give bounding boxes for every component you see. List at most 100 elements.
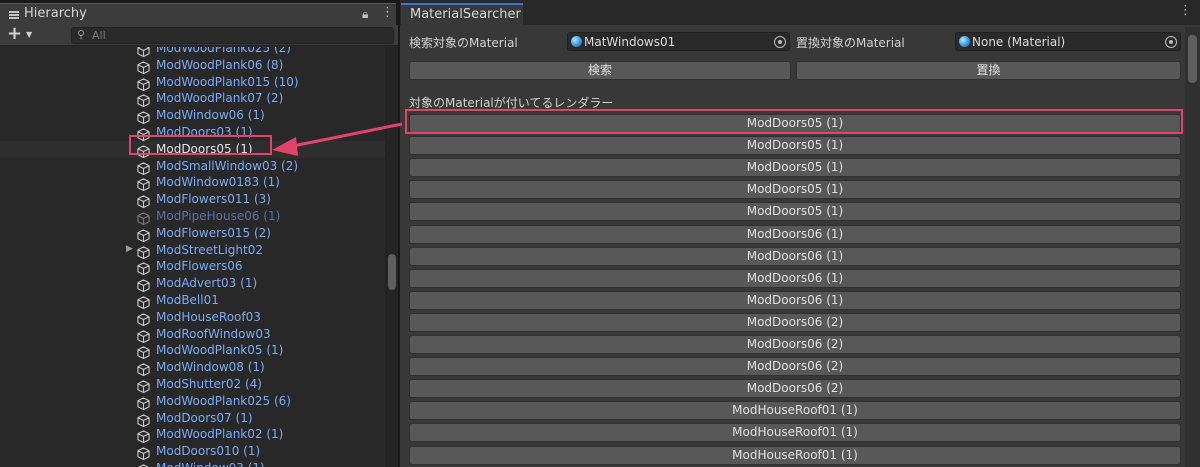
hierarchy-item[interactable]: ModRoofWindow03	[0, 326, 385, 343]
hierarchy-item[interactable]: ModHouseRoof03	[0, 309, 385, 326]
hierarchy-item[interactable]: ModWindow0183 (1)	[0, 174, 385, 192]
create-add-icon[interactable]: +	[7, 23, 22, 44]
search-material-field[interactable]: MatWindows01	[567, 32, 790, 51]
object-picker-icon[interactable]	[774, 36, 786, 48]
hierarchy-item-label: ModDoors010 (1)	[156, 444, 261, 459]
gameobject-cube-icon	[137, 294, 150, 310]
replace-material-label: 置換対象のMaterial	[796, 36, 905, 50]
renderer-button[interactable]: ModHouseRoof01 (1)	[409, 423, 1181, 443]
gameobject-cube-icon	[137, 176, 150, 192]
search-material-label: 検索対象のMaterial	[409, 36, 518, 50]
renderer-button[interactable]: ModDoors06 (1)	[409, 246, 1181, 266]
hierarchy-item[interactable]: ModSmallWindow03 (2)	[0, 158, 385, 175]
chevron-down-icon[interactable]: ▼	[26, 30, 32, 39]
gameobject-cube-icon	[137, 462, 150, 467]
hierarchy-item-label: ModWoodPlank015 (10)	[156, 74, 299, 89]
hierarchy-item[interactable]: ModFlowers011 (3)	[0, 191, 385, 209]
hierarchy-item[interactable]: ModDoors07 (1)	[0, 410, 385, 427]
hierarchy-item-label: ModWoodPlank07 (2)	[156, 91, 284, 106]
hierarchy-item-label: ModWindow0183 (1)	[156, 175, 280, 190]
renderer-button[interactable]: ModDoors06 (1)	[409, 224, 1181, 244]
gameobject-cube-icon	[137, 160, 150, 175]
more-options-icon[interactable]: ⋮	[1179, 3, 1192, 18]
expand-arrow-icon[interactable]: ▶	[126, 244, 133, 254]
hierarchy-item[interactable]: ModWindow03 (1)	[0, 460, 385, 467]
hierarchy-item-label: ModWoodPlank02 (1)	[156, 427, 284, 442]
hierarchy-panel: Hierarchy 🔒︎ ⋮ + ▼ ⚲ ModWoodPlank025 (2)…	[0, 0, 398, 467]
gameobject-cube-icon	[137, 109, 150, 125]
hierarchy-menu-icon	[9, 11, 19, 19]
search-material-value: MatWindows01	[584, 35, 676, 49]
material-searcher-tab[interactable]: MaterialSearcher	[401, 3, 523, 25]
gameobject-cube-icon	[137, 328, 150, 343]
material-icon	[959, 36, 970, 47]
material-searcher-scrollbar[interactable]	[1185, 27, 1200, 467]
gameobject-cube-icon	[137, 260, 150, 276]
hierarchy-search-input[interactable]	[92, 29, 382, 42]
hierarchy-item-label: ModBell01	[156, 292, 219, 307]
renderer-button[interactable]: ModDoors06 (1)	[409, 268, 1181, 288]
more-options-icon[interactable]: ⋮	[381, 5, 394, 20]
gameobject-cube-icon	[137, 92, 150, 108]
gameobject-cube-icon	[137, 311, 150, 326]
gameobject-cube-icon	[137, 428, 150, 444]
hierarchy-item[interactable]: ModWoodPlank07 (2)	[0, 90, 385, 108]
hierarchy-search-field[interactable]: ⚲	[71, 27, 394, 44]
renderer-button[interactable]: ModDoors06 (2)	[409, 312, 1181, 332]
replace-button[interactable]: 置換	[796, 61, 1181, 80]
hierarchy-item-label: ModWoodPlank025 (6)	[156, 393, 291, 408]
annotation-highlight-box	[129, 135, 272, 155]
hierarchy-item[interactable]: ModWindow06 (1)	[0, 107, 385, 125]
renderer-button[interactable]: ModDoors05 (1)	[409, 136, 1181, 156]
search-button[interactable]: 検索	[409, 61, 791, 80]
hierarchy-item-label: ModWoodPlank06 (8)	[156, 57, 284, 72]
hierarchy-item[interactable]: ModDoors010 (1)	[0, 443, 385, 461]
renderer-button[interactable]: ModDoors06 (2)	[409, 379, 1181, 399]
hierarchy-item[interactable]: ModWindow08 (1)	[0, 359, 385, 377]
hierarchy-item[interactable]: ModWoodPlank025 (6)	[0, 393, 385, 410]
renderer-button[interactable]: ModDoors05 (1)	[409, 180, 1181, 200]
material-searcher-tab-bar: MaterialSearcher ⋮	[400, 0, 1200, 25]
renderer-button[interactable]: ModDoors06 (2)	[409, 335, 1181, 354]
annotation-highlight-box	[405, 109, 1183, 134]
renderer-button[interactable]: ModDoors06 (1)	[409, 290, 1181, 310]
hierarchy-item[interactable]: ModAdvert03 (1)	[0, 275, 385, 293]
object-picker-icon[interactable]	[1165, 36, 1177, 48]
renderer-button[interactable]: ModHouseRoof01 (1)	[409, 445, 1181, 465]
gameobject-cube-icon	[137, 47, 150, 58]
hierarchy-tab-bar: Hierarchy 🔒︎ ⋮	[0, 0, 398, 25]
hierarchy-item[interactable]: ModWoodPlank02 (1)	[0, 426, 385, 444]
hierarchy-tab[interactable]: Hierarchy 🔒︎ ⋮	[0, 3, 396, 25]
gameobject-cube-icon	[137, 76, 150, 91]
hierarchy-item[interactable]: ModFlowers06	[0, 258, 385, 276]
material-searcher-tab-title: MaterialSearcher	[410, 7, 521, 22]
material-icon	[571, 36, 582, 47]
renderer-button[interactable]: ModDoors06 (2)	[409, 357, 1181, 377]
renderer-button[interactable]: ModHouseRoof01 (1)	[409, 401, 1181, 421]
hierarchy-item-label: ModWindow06 (1)	[156, 108, 265, 123]
replace-material-field[interactable]: None (Material)	[955, 32, 1181, 51]
hierarchy-item-label: ModShutter02 (4)	[156, 376, 262, 391]
hierarchy-item[interactable]: ModBell01	[0, 292, 385, 310]
hierarchy-item-label: ModWoodPlank025 (2)	[156, 47, 291, 55]
hierarchy-tab-title: Hierarchy	[24, 6, 87, 21]
hierarchy-item[interactable]: ModFlowers015 (2)	[0, 225, 385, 242]
hierarchy-item[interactable]: ModPipeHouse06 (1)	[0, 208, 385, 226]
hierarchy-item[interactable]: ModWoodPlank06 (8)	[0, 57, 385, 74]
hierarchy-item-label: ModDoors07 (1)	[156, 410, 253, 425]
gameobject-cube-icon	[137, 227, 150, 242]
renderer-button[interactable]: ModDoors05 (1)	[409, 202, 1181, 222]
lock-icon[interactable]: 🔒︎	[362, 7, 368, 22]
hierarchy-item[interactable]: ModWoodPlank05 (1)	[0, 342, 385, 360]
hierarchy-item[interactable]: ModWoodPlank025 (2)	[0, 47, 385, 58]
gameobject-cube-icon	[137, 395, 150, 410]
hierarchy-item[interactable]: ModShutter02 (4)	[0, 376, 385, 394]
hierarchy-item[interactable]: ▶ ModStreetLight02	[0, 242, 385, 259]
renderer-list: ModDoors05 (1) ModDoors05 (1) ModDoors05 (…	[400, 111, 1185, 467]
material-searcher-scrollbar-thumb[interactable]	[1188, 35, 1197, 83]
renderer-button[interactable]: ModDoors05 (1)	[409, 158, 1181, 178]
hierarchy-item[interactable]: ModWoodPlank015 (10)	[0, 74, 385, 91]
hierarchy-item-label: ModFlowers06	[156, 259, 243, 274]
hierarchy-scrollbar-thumb[interactable]	[388, 254, 396, 290]
hierarchy-item-label: ModWindow08 (1)	[156, 360, 265, 375]
